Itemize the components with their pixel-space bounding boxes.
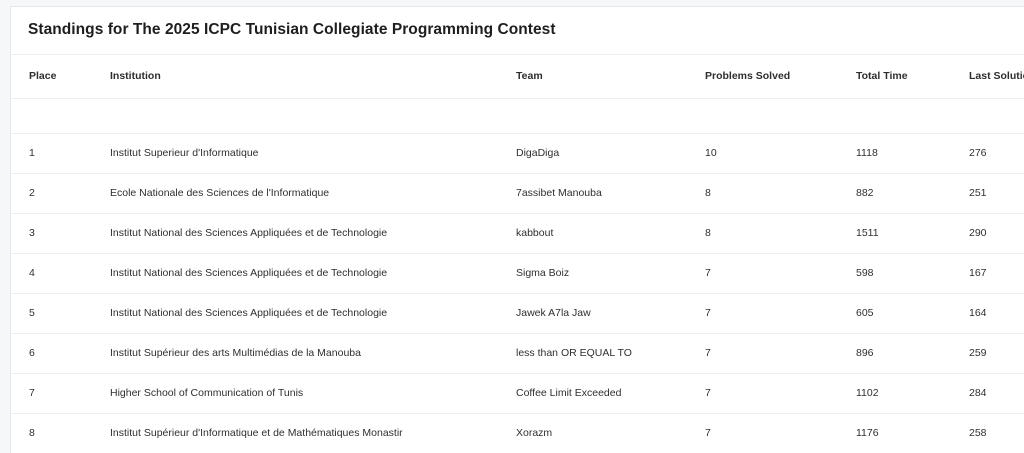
problems-solved-cell: 7 (705, 413, 856, 453)
total-time-cell: 882 (856, 173, 969, 214)
table-row[interactable]: 4 Institut National des Sciences Appliqu… (11, 253, 1024, 294)
team-cell: Sigma Boiz (516, 253, 705, 294)
total-time-cell: 896 (856, 333, 969, 374)
table-body: 1 Institut Superieur d'Informatique Diga… (11, 98, 1024, 453)
place-cell: 2 (11, 173, 110, 214)
team-cell: less than OR EQUAL TO (516, 333, 705, 374)
institution-cell: Institut National des Sciences Appliquée… (110, 253, 516, 294)
place-cell: 4 (11, 253, 110, 294)
table-header: Place Institution Team Problems Solved T… (11, 55, 1024, 99)
spacer-cell (969, 98, 1024, 134)
institution-cell: Ecole Nationale des Sciences de l'Inform… (110, 173, 516, 214)
team-cell: DigaDiga (516, 133, 705, 174)
last-solution-cell: 164 (969, 293, 1024, 334)
institution-cell: Institut National des Sciences Appliquée… (110, 293, 516, 334)
problems-solved-cell: 7 (705, 253, 856, 294)
table-row[interactable]: 1 Institut Superieur d'Informatique Diga… (11, 133, 1024, 174)
total-time-cell: 1118 (856, 133, 969, 174)
team-cell: Jawek A7la Jaw (516, 293, 705, 334)
empty-spacer-row (11, 98, 1024, 134)
last-solution-cell: 284 (969, 373, 1024, 414)
place-cell: 7 (11, 373, 110, 414)
last-solution-cell: 251 (969, 173, 1024, 214)
last-solution-cell: 167 (969, 253, 1024, 294)
page-title: Standings for The 2025 ICPC Tunisian Col… (11, 7, 1024, 55)
problems-solved-cell: 10 (705, 133, 856, 174)
table-row[interactable]: 3 Institut National des Sciences Appliqu… (11, 213, 1024, 254)
place-cell: 1 (11, 133, 110, 174)
institution-cell: Higher School of Communication of Tunis (110, 373, 516, 414)
spacer-cell (856, 98, 969, 134)
spacer-cell (110, 98, 516, 134)
problems-solved-cell: 7 (705, 373, 856, 414)
column-header-total-time[interactable]: Total Time (856, 55, 969, 99)
table-row[interactable]: 6 Institut Supérieur des arts Multimédia… (11, 333, 1024, 374)
problems-solved-cell: 8 (705, 213, 856, 254)
standings-card: Standings for The 2025 ICPC Tunisian Col… (10, 6, 1024, 453)
team-cell: kabbout (516, 213, 705, 254)
table-row[interactable]: 2 Ecole Nationale des Sciences de l'Info… (11, 173, 1024, 214)
institution-cell: Institut National des Sciences Appliquée… (110, 213, 516, 254)
column-header-place[interactable]: Place (11, 55, 110, 99)
last-solution-cell: 290 (969, 213, 1024, 254)
column-header-institution[interactable]: Institution (110, 55, 516, 99)
spacer-cell (516, 98, 705, 134)
problems-solved-cell: 7 (705, 333, 856, 374)
place-cell: 3 (11, 213, 110, 254)
institution-cell: Institut Supérieur d'Informatique et de … (110, 413, 516, 453)
place-cell: 8 (11, 413, 110, 453)
spacer-cell (11, 98, 110, 134)
place-cell: 5 (11, 293, 110, 334)
total-time-cell: 1511 (856, 213, 969, 254)
total-time-cell: 1176 (856, 413, 969, 453)
standings-table: Place Institution Team Problems Solved T… (11, 55, 1024, 453)
institution-cell: Institut Superieur d'Informatique (110, 133, 516, 174)
last-solution-cell: 258 (969, 413, 1024, 453)
total-time-cell: 1102 (856, 373, 969, 414)
standings-page: Standings for The 2025 ICPC Tunisian Col… (0, 0, 1024, 453)
problems-solved-cell: 7 (705, 293, 856, 334)
institution-cell: Institut Supérieur des arts Multimédias … (110, 333, 516, 374)
header-row: Place Institution Team Problems Solved T… (11, 55, 1024, 99)
column-header-team[interactable]: Team (516, 55, 705, 99)
last-solution-cell: 259 (969, 333, 1024, 374)
place-cell: 6 (11, 333, 110, 374)
team-cell: Coffee Limit Exceeded (516, 373, 705, 414)
spacer-cell (705, 98, 856, 134)
team-cell: Xorazm (516, 413, 705, 453)
total-time-cell: 605 (856, 293, 969, 334)
last-solution-cell: 276 (969, 133, 1024, 174)
table-row[interactable]: 7 Higher School of Communication of Tuni… (11, 373, 1024, 414)
table-row[interactable]: 8 Institut Supérieur d'Informatique et d… (11, 413, 1024, 453)
team-cell: 7assibet Manouba (516, 173, 705, 214)
table-row[interactable]: 5 Institut National des Sciences Appliqu… (11, 293, 1024, 334)
column-header-problems-solved[interactable]: Problems Solved (705, 55, 856, 99)
column-header-last-solution[interactable]: Last Solution (969, 55, 1024, 99)
problems-solved-cell: 8 (705, 173, 856, 214)
total-time-cell: 598 (856, 253, 969, 294)
